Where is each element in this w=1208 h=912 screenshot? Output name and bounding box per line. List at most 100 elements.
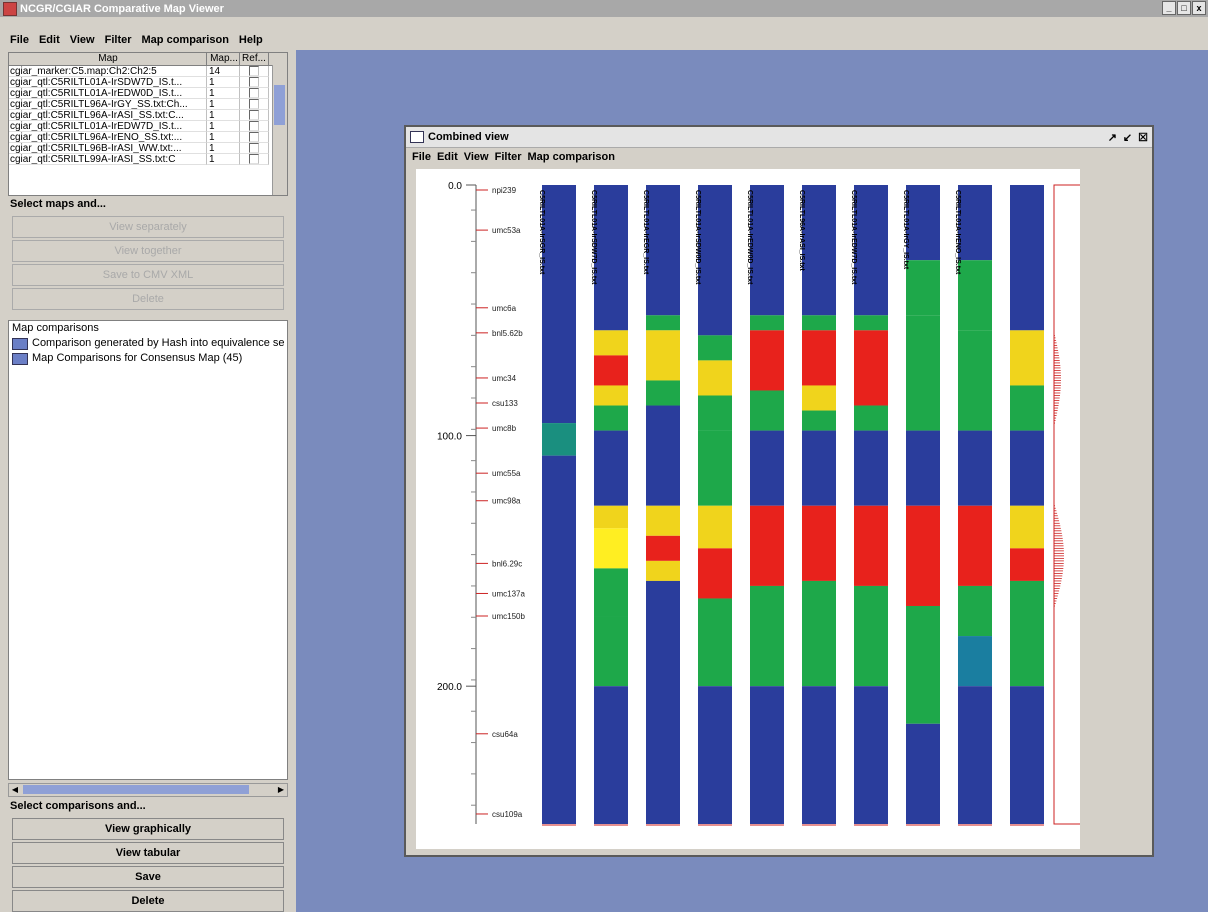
- heatmap-segment: [594, 505, 628, 529]
- restore-icon[interactable]: ↗: [1108, 131, 1117, 144]
- menu-edit[interactable]: Edit: [39, 34, 60, 46]
- scroll-right-icon[interactable]: ▶: [275, 784, 287, 796]
- heatmap-segment: [802, 330, 836, 386]
- close-icon[interactable]: ☒: [1138, 131, 1148, 144]
- left-pane: Map Map... Ref... cgiar_marker:C5.map:Ch…: [8, 52, 288, 912]
- menu-file[interactable]: File: [10, 34, 29, 46]
- col-map-header[interactable]: Map: [9, 53, 207, 65]
- ref-checkbox[interactable]: [249, 154, 259, 164]
- ref-checkbox[interactable]: [249, 121, 259, 131]
- ref-checkbox[interactable]: [249, 143, 259, 153]
- cv-menu-view[interactable]: View: [464, 151, 489, 163]
- scroll-thumb[interactable]: [274, 85, 285, 125]
- menu-help[interactable]: Help: [239, 34, 263, 46]
- tree-item-label: Comparison generated by Hash into equiva…: [32, 337, 285, 349]
- comparisons-tree: Map comparisons Comparison generated by …: [8, 320, 288, 780]
- maximize-button[interactable]: □: [1177, 1, 1191, 15]
- table-row[interactable]: cgiar_qtl:C5RILTL99A-IrASI_SS.txt:C 1: [9, 154, 287, 165]
- map-name-cell: cgiar_qtl:C5RILTL96A-IrGY_SS.txt:Ch...: [9, 99, 207, 110]
- maps-table-header: Map Map... Ref...: [9, 53, 287, 66]
- table-row[interactable]: cgiar_marker:C5.map:Ch2:Ch2:5 14: [9, 66, 287, 77]
- menu-view[interactable]: View: [70, 34, 95, 46]
- delete-comparison-button[interactable]: Delete: [12, 890, 284, 912]
- heatmap-segment: [542, 185, 576, 424]
- ref-checkbox[interactable]: [249, 110, 259, 120]
- heatmap-segment: [1010, 430, 1044, 506]
- marker-label: umc34: [492, 374, 517, 383]
- tree-root[interactable]: Map comparisons: [9, 321, 287, 336]
- map-name-cell: cgiar_qtl:C5RILTL96A-IrASI_SS.txt:C...: [9, 110, 207, 121]
- heatmap-segment: [594, 405, 628, 431]
- delete-maps-button[interactable]: Delete: [12, 288, 284, 310]
- table-row[interactable]: cgiar_qtl:C5RILTL96A-IrASI_SS.txt:C... 1: [9, 110, 287, 121]
- heatmap-segment: [594, 528, 628, 569]
- save-comparison-button[interactable]: Save: [12, 866, 284, 888]
- close-button[interactable]: x: [1192, 1, 1206, 15]
- ref-cell: [240, 121, 269, 132]
- heatmap-segment: [594, 568, 628, 617]
- scroll-left-icon[interactable]: ◀: [9, 784, 21, 796]
- heatmap-segment: [698, 686, 732, 824]
- maximize-icon[interactable]: ↙: [1123, 131, 1132, 144]
- combined-view-title: Combined view: [428, 131, 509, 143]
- heatmap-segment: [750, 505, 784, 586]
- heatmap-segment: [1010, 580, 1044, 687]
- heatmap-segment: [594, 686, 628, 824]
- ref-checkbox[interactable]: [249, 88, 259, 98]
- heatmap-segment: [698, 360, 732, 396]
- ref-checkbox[interactable]: [249, 99, 259, 109]
- heatmap-segment: [802, 686, 836, 824]
- heatmap-segment: [646, 380, 680, 406]
- table-row[interactable]: cgiar_qtl:C5RILTL01A-IrEDW0D_IS.t... 1: [9, 88, 287, 99]
- combined-view-titlebar[interactable]: Combined view ↗ ↙ ☒: [406, 127, 1152, 148]
- heatmap-segment: [958, 430, 992, 506]
- tree-item[interactable]: Comparison generated by Hash into equiva…: [9, 336, 287, 351]
- cv-menu-edit[interactable]: Edit: [437, 151, 458, 163]
- table-row[interactable]: cgiar_qtl:C5RILTL01A-IrEDW7D_IS.t... 1: [9, 121, 287, 132]
- ref-checkbox[interactable]: [249, 77, 259, 87]
- view-tabular-button[interactable]: View tabular: [12, 842, 284, 864]
- tree-item[interactable]: Map Comparisons for Consensus Map (45): [9, 351, 287, 366]
- view-separately-button[interactable]: View separately: [12, 216, 284, 238]
- cv-menu-filter[interactable]: Filter: [495, 151, 522, 163]
- table-row[interactable]: cgiar_qtl:C5RILTL96B-IrASI_WW.txt:... 1: [9, 143, 287, 154]
- col-count-header[interactable]: Map...: [207, 53, 240, 65]
- view-together-button[interactable]: View together: [12, 240, 284, 262]
- view-graphically-button[interactable]: View graphically: [12, 818, 284, 840]
- heatmap-segment: [750, 315, 784, 331]
- cv-menu-file[interactable]: File: [412, 151, 431, 163]
- menu-filter[interactable]: Filter: [105, 34, 132, 46]
- menu-map-comparison[interactable]: Map comparison: [142, 34, 229, 46]
- scroll-thumb[interactable]: [23, 785, 249, 794]
- minimize-button[interactable]: _: [1162, 1, 1176, 15]
- marker-label: csu64a: [492, 730, 518, 739]
- cv-menu-map-comparison[interactable]: Map comparison: [528, 151, 615, 163]
- combined-view-window: Combined view ↗ ↙ ☒ File Edit View Filte…: [404, 125, 1154, 857]
- table-row[interactable]: cgiar_qtl:C5RILTL96A-IrENO_SS.txt:... 1: [9, 132, 287, 143]
- save-cmv-xml-button[interactable]: Save to CMV XML: [12, 264, 284, 286]
- column-label: C5RILTL01A-IrEGR_IS.txt: [642, 190, 649, 275]
- col-ref-header[interactable]: Ref...: [240, 53, 269, 65]
- app-icon: [3, 1, 17, 16]
- ref-cell: [240, 143, 269, 154]
- heatmap-segment: [542, 423, 576, 456]
- app-title: NCGR/CGIAR Comparative Map Viewer: [20, 2, 224, 15]
- table-row[interactable]: cgiar_qtl:C5RILTL96A-IrGY_SS.txt:Ch... 1: [9, 99, 287, 110]
- main-menubar: File Edit View Filter Map comparison Hel…: [0, 31, 1208, 49]
- heatmap-segment: [1010, 505, 1044, 549]
- heatmap-segment: [698, 395, 732, 431]
- map-name-cell: cgiar_qtl:C5RILTL01A-IrEDW0D_IS.t...: [9, 88, 207, 99]
- map-name-cell: cgiar_qtl:C5RILTL01A-IrEDW7D_IS.t...: [9, 121, 207, 132]
- maps-table-scrollbar[interactable]: [272, 65, 287, 195]
- heatmap-segment: [854, 585, 888, 687]
- table-row[interactable]: cgiar_qtl:C5RILTL01A-IrSDW7D_IS.t... 1: [9, 77, 287, 88]
- comparisons-hscroll[interactable]: ◀ ▶: [8, 783, 288, 797]
- heatmap-segment: [1010, 185, 1044, 331]
- column-label: C5RILTL01A-IrGY_IS.txt: [902, 190, 909, 270]
- heatmap-segment: [802, 430, 836, 506]
- ref-checkbox[interactable]: [249, 132, 259, 142]
- heatmap-segment: [594, 355, 628, 386]
- heatmap-segment: [802, 185, 836, 316]
- heatmap-segment: [750, 686, 784, 824]
- ref-checkbox[interactable]: [249, 66, 259, 76]
